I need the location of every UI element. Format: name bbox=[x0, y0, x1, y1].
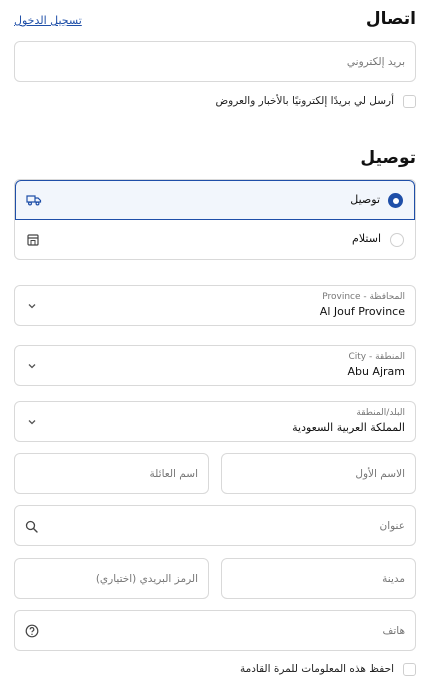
delivery-option-pickup[interactable]: استلام bbox=[15, 220, 415, 259]
newsletter-checkbox[interactable] bbox=[403, 95, 416, 108]
radio-unselected-icon[interactable] bbox=[390, 233, 404, 247]
city-select[interactable]: City - المنطقة Abu Ajram bbox=[14, 345, 416, 386]
address-field[interactable]: عنوان bbox=[14, 505, 416, 546]
city-field[interactable]: مدينة bbox=[221, 558, 416, 599]
postal-code-field[interactable]: الرمز البريدي (اختياري) bbox=[14, 558, 209, 599]
country-label: البلد/المنطقة bbox=[356, 408, 405, 418]
chevron-down-icon bbox=[28, 420, 36, 425]
city-placeholder: مدينة bbox=[382, 573, 405, 585]
radio-selected-icon[interactable] bbox=[388, 193, 403, 208]
email-field[interactable]: بريد إلكتروني bbox=[14, 41, 416, 82]
postal-code-placeholder: الرمز البريدي (اختياري) bbox=[95, 573, 198, 585]
first-name-field[interactable]: الاسم الأول bbox=[221, 453, 416, 494]
province-label: Province - المحافظة bbox=[322, 292, 405, 302]
chevron-down-icon bbox=[28, 364, 36, 369]
province-value: Al Jouf Province bbox=[319, 305, 405, 318]
last-name-field[interactable]: اسم العائلة bbox=[14, 453, 209, 494]
province-select[interactable]: Province - المحافظة Al Jouf Province bbox=[14, 285, 416, 326]
delivery-option-ship[interactable]: توصيل bbox=[15, 180, 415, 220]
city-label: City - المنطقة bbox=[348, 352, 405, 362]
city-value: Abu Ajram bbox=[347, 365, 405, 378]
delivery-title: توصيل bbox=[360, 148, 416, 168]
truck-icon bbox=[26, 195, 42, 206]
phone-field[interactable]: هاتف bbox=[14, 610, 416, 651]
delivery-option-group: توصيل استلام bbox=[14, 179, 416, 260]
help-circle-icon[interactable] bbox=[25, 624, 39, 638]
newsletter-label: أرسل لي بريدًا إلكترونيًا بالأخبار والعر… bbox=[215, 95, 394, 107]
address-placeholder: عنوان bbox=[379, 520, 406, 532]
search-icon[interactable] bbox=[25, 520, 38, 533]
last-name-placeholder: اسم العائلة bbox=[149, 468, 198, 480]
chevron-down-icon bbox=[28, 304, 36, 309]
delivery-option-label: توصيل bbox=[350, 193, 380, 206]
first-name-placeholder: الاسم الأول bbox=[355, 468, 405, 480]
save-info-checkbox[interactable] bbox=[403, 663, 416, 676]
country-value: المملكة العربية السعودية bbox=[292, 421, 405, 434]
phone-placeholder: هاتف bbox=[382, 625, 405, 637]
contact-title: اتصال bbox=[365, 9, 416, 29]
pickup-option-label: استلام bbox=[352, 232, 381, 245]
login-link[interactable]: تسجيل الدخول bbox=[14, 14, 82, 27]
email-placeholder: بريد إلكتروني bbox=[346, 56, 405, 68]
store-icon bbox=[27, 234, 39, 246]
save-info-label: احفظ هذه المعلومات للمرة القادمة bbox=[239, 663, 394, 675]
country-select[interactable]: البلد/المنطقة المملكة العربية السعودية bbox=[14, 401, 416, 442]
